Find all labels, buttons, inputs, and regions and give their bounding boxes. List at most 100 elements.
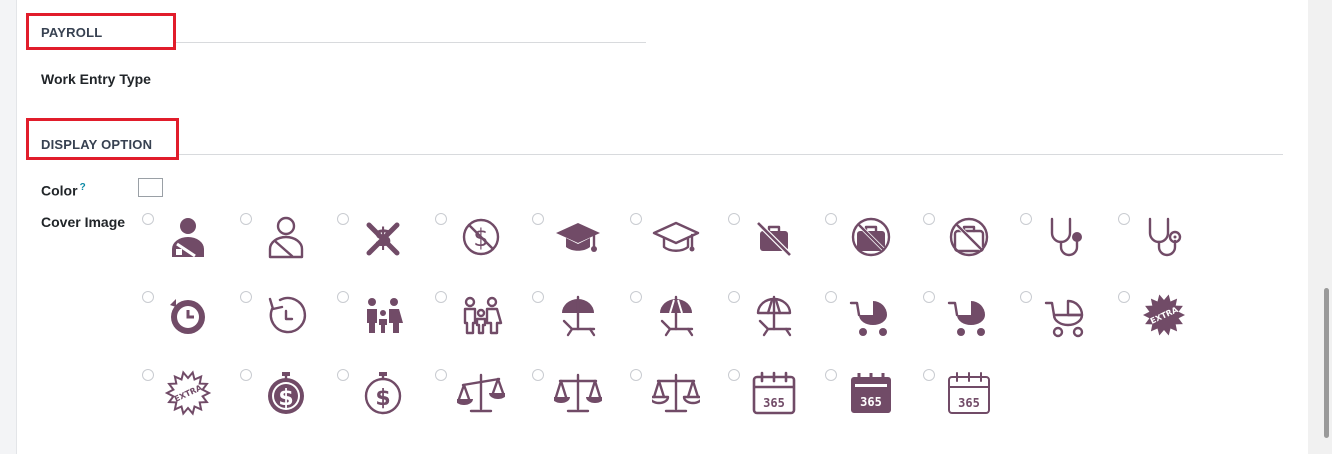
extra-badge-filled-icon[interactable]: EXTRA	[1140, 291, 1188, 339]
cover-image-option[interactable]	[825, 291, 921, 361]
cover-image-radio[interactable]	[142, 213, 154, 225]
cover-image-option[interactable]	[1020, 291, 1116, 361]
cover-image-radio[interactable]	[142, 291, 154, 303]
calendar-365-outline-icon[interactable]: 365	[750, 369, 798, 417]
cover-image-radio[interactable]	[825, 291, 838, 303]
timer-reset-filled-icon[interactable]	[164, 291, 212, 339]
cover-image-option[interactable]	[630, 213, 726, 283]
cover-image-option[interactable]	[922, 291, 1019, 361]
cover-image-option[interactable]	[239, 291, 336, 361]
cover-image-option[interactable]	[922, 213, 1019, 283]
cover-image-radio[interactable]	[1020, 291, 1033, 303]
payroll-separator	[176, 42, 646, 43]
cover-image-radio[interactable]	[630, 291, 642, 303]
cover-image-option[interactable]	[630, 291, 726, 361]
cover-image-option[interactable]: $	[434, 213, 531, 283]
cover-image-radio[interactable]	[630, 369, 642, 381]
cover-image-radio[interactable]	[239, 291, 252, 303]
cover-image-radio[interactable]	[825, 213, 838, 225]
timer-reset-outline-icon[interactable]	[262, 291, 310, 339]
cover-image-option[interactable]: EXTRA	[1118, 291, 1214, 361]
color-picker[interactable]	[138, 178, 163, 197]
cover-image-radio[interactable]	[434, 213, 447, 225]
cover-image-option[interactable]: $	[337, 213, 433, 283]
cover-image-radio[interactable]	[825, 369, 838, 381]
no-briefcase-circle-filled-icon[interactable]	[847, 213, 895, 261]
cover-image-radio[interactable]	[922, 291, 935, 303]
cover-image-option[interactable]	[532, 213, 628, 283]
graduation-cap-outline-icon[interactable]	[652, 213, 700, 261]
no-money-outline-icon[interactable]: $	[457, 213, 505, 261]
no-briefcase-icon[interactable]	[750, 213, 798, 261]
baby-stroller-icon[interactable]	[847, 291, 895, 339]
cover-image-radio[interactable]	[337, 213, 350, 225]
no-money-filled-icon[interactable]: $	[359, 213, 407, 261]
cover-image-option[interactable]	[630, 369, 726, 439]
no-briefcase-circle-outline-icon[interactable]	[945, 213, 993, 261]
dollar-stopwatch-outline-icon[interactable]: $	[359, 369, 407, 417]
cover-image-radio[interactable]	[727, 213, 740, 225]
beach-umbrella-outline-icon[interactable]	[750, 291, 798, 339]
svg-text:$: $	[376, 386, 391, 411]
cover-image-radio[interactable]	[239, 213, 252, 225]
cover-image-radio[interactable]	[1118, 291, 1130, 303]
injured-person-outline-icon[interactable]	[262, 213, 310, 261]
cover-image-option[interactable]: 365	[825, 369, 921, 439]
beach-umbrella-striped-icon[interactable]	[652, 291, 700, 339]
cover-image-radio[interactable]	[337, 369, 350, 381]
cover-image-radio[interactable]	[337, 291, 350, 303]
injured-person-filled-icon[interactable]	[164, 213, 212, 261]
cover-image-radio[interactable]	[630, 213, 642, 225]
family-filled-icon[interactable]	[359, 291, 407, 339]
stethoscope-outline-icon[interactable]	[1140, 213, 1188, 261]
cover-image-radio[interactable]	[434, 369, 447, 381]
beach-umbrella-filled-icon[interactable]	[554, 291, 602, 339]
scales-left-icon[interactable]	[456, 369, 505, 417]
cover-image-option[interactable]	[142, 291, 238, 361]
cover-image-radio[interactable]	[532, 213, 545, 225]
dollar-stopwatch-filled-icon[interactable]: $	[262, 369, 310, 417]
cover-image-option[interactable]: $	[337, 369, 433, 439]
scrollbar[interactable]	[1308, 0, 1332, 454]
family-outline-icon[interactable]	[457, 291, 505, 339]
cover-image-radio[interactable]	[727, 369, 740, 381]
scales-balanced-icon[interactable]	[554, 369, 603, 417]
cover-image-radio[interactable]	[922, 213, 935, 225]
cover-image-option[interactable]	[337, 291, 433, 361]
scroll-thumb[interactable]	[1324, 288, 1329, 438]
baby-stroller-outline-icon[interactable]	[1042, 291, 1090, 339]
cover-image-option[interactable]	[1020, 213, 1116, 283]
cover-image-radio[interactable]	[727, 291, 740, 303]
cover-image-option[interactable]	[434, 369, 531, 439]
calendar-365-light-icon[interactable]: 365	[945, 369, 993, 417]
cover-image-radio[interactable]	[922, 369, 935, 381]
graduation-cap-filled-icon[interactable]	[554, 213, 602, 261]
cover-image-option[interactable]	[1118, 213, 1214, 283]
work-entry-type-label: Work Entry Type	[41, 71, 151, 87]
cover-image-option[interactable]	[142, 213, 238, 283]
extra-badge-outline-icon[interactable]: EXTRA	[164, 369, 212, 417]
cover-image-radio[interactable]	[434, 291, 447, 303]
stethoscope-filled-icon[interactable]	[1042, 213, 1090, 261]
cover-image-option[interactable]	[727, 213, 824, 283]
baby-stroller-filled-icon[interactable]	[945, 291, 993, 339]
cover-image-option[interactable]: $	[239, 369, 336, 439]
cover-image-option[interactable]	[532, 291, 628, 361]
cover-image-radio[interactable]	[1118, 213, 1130, 225]
cover-image-option[interactable]	[825, 213, 921, 283]
cover-image-radio[interactable]	[532, 369, 545, 381]
cover-image-option[interactable]	[727, 291, 824, 361]
cover-image-radio[interactable]	[1020, 213, 1033, 225]
color-help-tooltip[interactable]: ?	[80, 182, 86, 193]
calendar-365-filled-icon[interactable]: 365	[847, 369, 895, 417]
cover-image-option[interactable]: 365	[727, 369, 824, 439]
cover-image-option[interactable]: EXTRA	[142, 369, 238, 439]
cover-image-radio[interactable]	[239, 369, 252, 381]
cover-image-option[interactable]	[532, 369, 628, 439]
cover-image-radio[interactable]	[532, 291, 545, 303]
cover-image-option[interactable]	[434, 291, 531, 361]
cover-image-option[interactable]: 365	[922, 369, 1019, 439]
cover-image-radio[interactable]	[142, 369, 154, 381]
cover-image-option[interactable]	[239, 213, 336, 283]
scales-outline-icon[interactable]	[652, 369, 700, 417]
